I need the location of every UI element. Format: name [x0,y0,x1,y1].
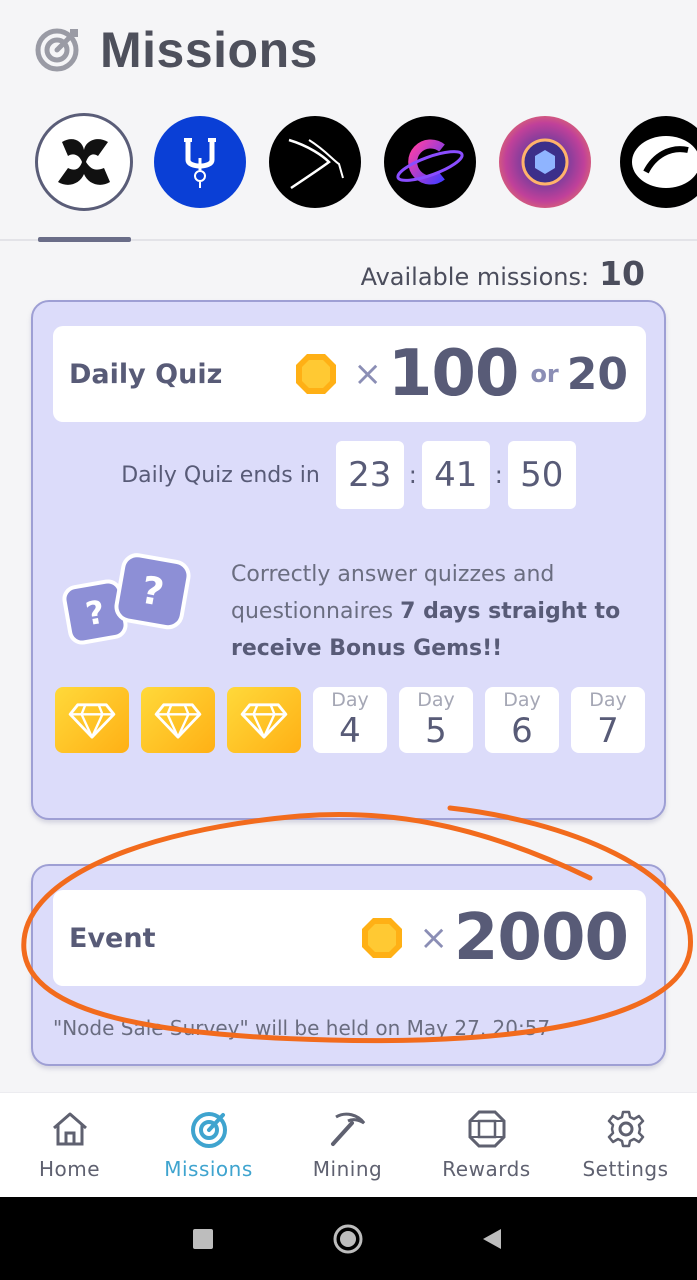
day-number: 7 [597,711,619,751]
system-navigation-bar [0,1197,697,1280]
magnet-icon [184,138,216,188]
daily-quiz-reward: × 100 or 20 [293,337,628,411]
daily-quiz-reward-amount: 100 [387,337,520,411]
nav-missions[interactable]: Missions [139,1093,278,1198]
nav-mining-label: Mining [312,1157,383,1181]
daily-quiz-title: Daily Quiz [69,358,223,390]
project-selector [0,112,697,212]
back-triangle-icon [483,1228,501,1249]
selected-project-indicator [38,237,131,242]
event-header: Event × 2000 [53,890,646,986]
daily-quiz-header: Daily Quiz × 100 or 20 [53,326,646,422]
question-dice-icon: ? ? [62,553,191,645]
day-number: 6 [511,711,533,751]
available-missions: Available missions: 10 [361,254,645,294]
event-card[interactable]: Event × 2000 "Node Sale Survey" will be … [31,864,666,1066]
event-reward: × 2000 [359,901,629,975]
home-icon [52,1112,87,1146]
day-label: Day [503,689,541,711]
bottom-navigation: Home Missions Mining Rewards Settings [0,1092,697,1197]
day-pending: Day 5 [399,687,473,753]
circle-icon [333,1224,363,1253]
gem-icon [468,1110,505,1148]
day-completed [227,687,301,753]
gem-icon [362,918,403,958]
gem-icon [296,354,337,394]
planet-c-icon [396,139,464,185]
streak-days: Day 4 Day 5 Day 6 Day 7 [55,687,655,753]
or-label: or [530,360,559,388]
nav-rewards[interactable]: Rewards [417,1093,556,1198]
day-completed [141,687,215,753]
countdown-hours: 23 [335,441,404,509]
countdown-seconds: 50 [507,441,576,509]
nav-mining[interactable]: Mining [278,1093,417,1198]
day-label: Day [417,689,455,711]
event-title: Event [69,922,156,954]
day-label: Day [589,689,627,711]
project-avatar-1[interactable] [35,113,133,211]
badge-icon [521,138,569,186]
day-number: 4 [339,711,361,751]
gear-icon [607,1110,644,1148]
recents-button[interactable] [183,1197,223,1280]
diamond-icon [240,703,288,739]
square-icon [193,1228,213,1249]
day-pending: Day 6 [485,687,559,753]
nav-home[interactable]: Home [0,1093,139,1198]
home-system-button[interactable] [328,1197,368,1280]
nav-home-label: Home [38,1157,101,1181]
pickaxe-icon [330,1112,365,1146]
available-missions-label: Available missions: [360,263,590,291]
daily-quiz-card[interactable]: Daily Quiz × 100 or 20 Daily Quiz ends i… [31,300,666,820]
event-note: "Node Sale Survey" will be held on May 2… [53,1016,551,1040]
countdown-minutes: 41 [421,441,490,509]
ring-logo-icon [632,136,697,188]
project-avatar-4[interactable] [384,116,476,208]
nav-settings-label: Settings [582,1157,669,1181]
nav-settings[interactable]: Settings [556,1093,695,1198]
nav-rewards-label: Rewards [442,1157,531,1181]
page-header: Missions [0,0,697,100]
countdown-label: Daily Quiz ends in [121,462,320,488]
project-avatar-3[interactable] [269,116,361,208]
day-pending: Day 4 [313,687,387,753]
day-number: 5 [425,711,447,751]
quiz-description: Correctly answer quizzes and questionnai… [231,556,651,667]
x-logo-icon [58,139,110,185]
day-pending: Day 7 [571,687,645,753]
daily-quiz-countdown: Daily Quiz ends in 23 : 41 : 50 [33,440,664,510]
multiply-sign: × [353,354,382,394]
daily-quiz-alt-reward: 20 [566,348,628,400]
diamond-icon [154,703,202,739]
day-completed [55,687,129,753]
quiz-info: ? ? Correctly answer quizzes and questio… [33,550,664,661]
back-button[interactable] [472,1197,512,1280]
diamond-icon [68,703,116,739]
event-reward-amount: 2000 [453,901,629,975]
project-avatar-6[interactable] [620,116,697,208]
page-title: Missions [100,22,318,78]
countdown-colon: : [408,461,417,489]
nav-missions-label: Missions [164,1157,253,1181]
multiply-sign: × [419,918,448,958]
target-icon [35,28,79,72]
day-label: Day [331,689,369,711]
countdown-colon: : [494,461,503,489]
swoosh-logo-icon [288,138,344,190]
project-avatar-5[interactable] [499,116,591,208]
project-avatar-2[interactable] [154,116,246,208]
target-icon [190,1112,227,1148]
available-missions-count: 10 [599,254,645,293]
